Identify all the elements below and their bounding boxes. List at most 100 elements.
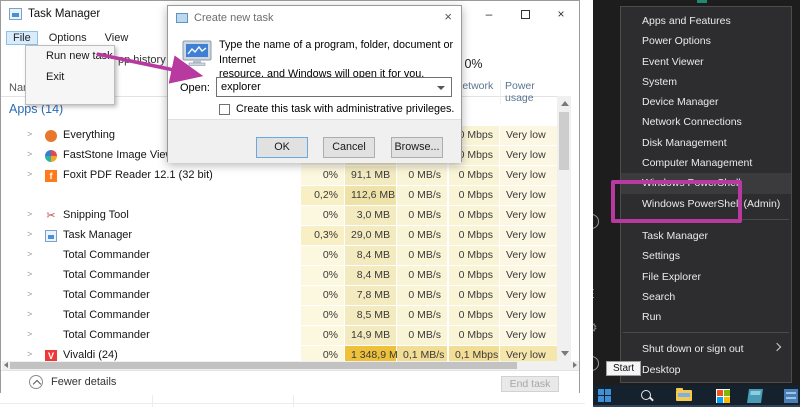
winx-item-apps-and-features[interactable]: Apps and Features [621,11,791,31]
sticky-notes-icon[interactable] [747,389,763,403]
scroll-down-icon[interactable] [561,351,569,356]
taskbar [593,385,800,407]
cell-disk: 0 MB/s [397,286,447,305]
admin-privileges-checkbox[interactable] [219,103,230,115]
process-name: Total Commander [63,269,150,281]
cell-disk: 0 MB/s [397,246,447,265]
row-expand-chevron-icon[interactable]: > [27,169,32,179]
row-expand-chevron-icon[interactable]: > [27,209,32,219]
scroll-right-icon[interactable] [573,362,577,368]
menu-separator [623,218,789,220]
footer-bar: Fewer details End task [1,370,579,393]
row-expand-chevron-icon[interactable]: > [27,309,32,319]
winx-item-run[interactable]: Run [621,307,791,327]
row-expand-chevron-icon[interactable]: > [27,349,32,359]
maximize-icon [520,9,530,19]
table-row[interactable]: > V Vivaldi (24) 0% 1 348,9 MB 0,1 MB/s 0,1 Mb… [1,346,557,361]
table-row[interactable]: > Task Manager 0,3% 29,0 MB 0 MB/s 0 Mbps Very… [1,226,557,246]
cell-disk: 0 MB/s [397,166,447,185]
cancel-button[interactable]: Cancel [323,137,375,158]
row-expand-chevron-icon[interactable]: > [27,289,32,299]
close-button[interactable]: × [543,1,579,27]
menu-file[interactable]: File [6,30,38,45]
faststone-icon [45,150,57,162]
ok-button[interactable]: OK [256,137,308,158]
cell-mem: 112,6 MB [345,186,396,205]
winx-item-network-connections[interactable]: Network Connections [621,112,791,132]
winx-item-desktop[interactable]: Desktop [621,360,791,380]
menu-item-run-new-task[interactable]: Run new task [26,46,114,67]
cell-mem: 7,8 MB [345,286,396,305]
table-row[interactable]: 0,2% 112,6 MB 0 MB/s 0 Mbps Very low [1,186,557,206]
row-expand-chevron-icon[interactable]: > [27,249,32,259]
table-row[interactable]: > ✂ Snipping Tool 0% 3,0 MB 0 MB/s 0 Mbps Very … [1,206,557,226]
row-expand-chevron-icon[interactable]: > [27,229,32,239]
minimize-button[interactable]: – [471,1,507,27]
table-row[interactable]: > Total Commander 0% 14,9 MB 0 MB/s 0 Mbps Ver… [1,326,557,346]
winx-item-system[interactable]: System [621,72,791,92]
dialog-title-bar[interactable]: Create new task [168,6,461,30]
dialog-close-icon[interactable]: × [444,9,452,24]
file-explorer-icon[interactable] [676,388,692,401]
table-row[interactable]: > Total Commander 0% 8,5 MB 0 MB/s 0 Mbps Very… [1,306,557,326]
end-task-button[interactable]: End task [501,376,559,392]
cell-cpu: 0% [301,326,344,345]
cell-net: 0 Mbps [449,326,499,345]
winx-item-task-manager[interactable]: Task Manager [621,226,791,246]
page-divider [152,395,153,407]
table-row[interactable]: > Total Commander 0% 7,8 MB 0 MB/s 0 Mbps Very… [1,286,557,306]
chevron-down-icon[interactable] [437,86,445,90]
window-title: Task Manager [28,8,101,20]
vertical-scrollbar[interactable] [557,96,571,361]
row-expand-chevron-icon[interactable]: > [27,149,32,159]
scroll-left-icon[interactable] [4,362,8,368]
dialog-description-line1: Type the name of a program, folder, docu… [219,39,454,66]
cell-power: Very low [500,266,557,285]
fewer-details-button[interactable]: Fewer details [29,375,116,389]
winx-item-disk-management[interactable]: Disk Management [621,133,791,153]
maximize-button[interactable] [507,1,543,27]
chevron-right-icon [772,343,782,352]
table-row[interactable]: > Total Commander 0% 8,4 MB 0 MB/s 0 Mbps Very… [1,266,557,286]
winx-item-event-viewer[interactable]: Event Viewer [621,52,791,72]
microsoft-store-icon[interactable] [716,389,730,403]
open-combobox[interactable]: explorer [216,77,452,97]
horizontal-scrollbar[interactable] [2,361,579,370]
table-row[interactable]: > Total Commander 0% 8,4 MB 0 MB/s 0 Mbps Very… [1,246,557,266]
row-expand-chevron-icon[interactable]: > [27,129,32,139]
winx-item-search[interactable]: Search [621,287,791,307]
menu-view[interactable]: View [98,31,136,45]
menu-item-exit[interactable]: Exit [26,67,114,88]
winx-item-shut-down-or-sign-out[interactable]: Shut down or sign out [621,339,791,359]
row-expand-chevron-icon[interactable]: > [27,329,32,339]
winx-item-windows-powershell-admin-[interactable]: Windows PowerShell (Admin) [621,194,791,214]
winx-item-computer-management[interactable]: Computer Management [621,153,791,173]
winx-item-settings[interactable]: Settings [621,246,791,266]
browse-button[interactable]: Browse... [391,137,443,158]
menu-separator [623,332,789,334]
pictures-icon: E [593,286,595,301]
tab-app-history-partial[interactable]: pp history [118,54,166,66]
cell-net: 0 Mbps [449,186,499,205]
search-icon[interactable] [640,389,654,403]
cell-net: 0 Mbps [449,166,499,185]
winx-item-power-options[interactable]: Power Options [621,31,791,51]
dialog-footer: OK Cancel Browse... [168,119,461,163]
scroll-up-icon[interactable] [561,101,569,106]
winx-item-device-manager[interactable]: Device Manager [621,92,791,112]
cell-mem: 91,1 MB [345,166,396,185]
row-expand-chevron-icon[interactable]: > [27,269,32,279]
menu-options[interactable]: Options [42,31,94,45]
user-avatar-icon [593,214,599,229]
vertical-scroll-thumb[interactable] [559,112,569,170]
pinned-app-icon[interactable] [784,389,798,403]
cell-mem: 8,4 MB [345,266,396,285]
windows-start-icon[interactable] [598,389,612,403]
dialog-title: Create new task [194,12,274,24]
winx-item-file-explorer[interactable]: File Explorer [621,267,791,287]
cell-mem: 8,4 MB [345,246,396,265]
open-input-value[interactable]: explorer [221,81,261,93]
table-row[interactable]: > f Foxit PDF Reader 12.1 (32 bit) 0% 91,1 M… [1,166,557,186]
horizontal-scroll-thumb[interactable] [10,362,517,369]
winx-item-windows-powershell[interactable]: Windows PowerShell [621,173,791,194]
